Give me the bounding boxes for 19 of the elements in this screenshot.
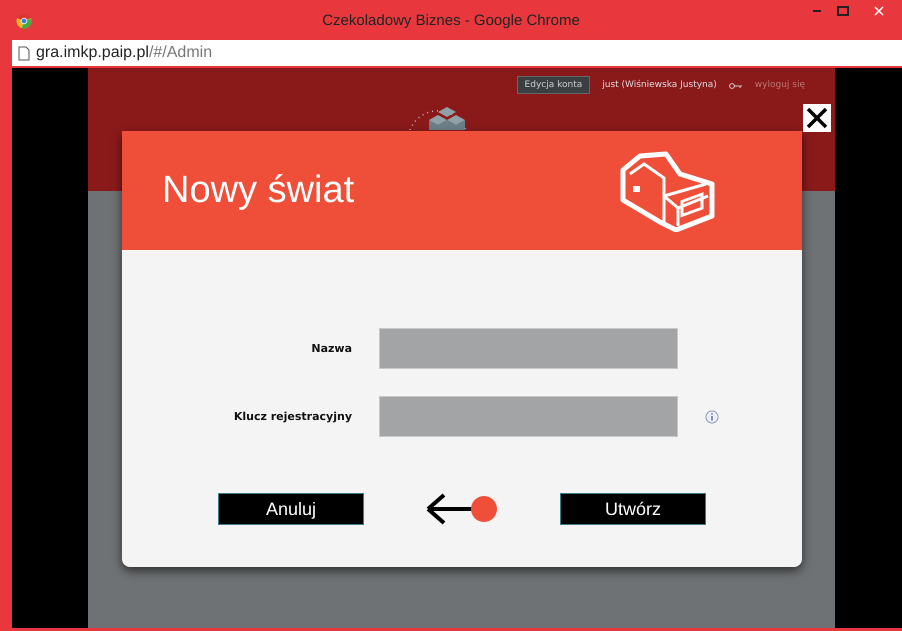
window-title: Czekoladowy Biznes - Google Chrome — [322, 12, 580, 28]
create-button[interactable]: Utwórz — [560, 493, 706, 525]
minimize-icon — [813, 10, 821, 12]
cancel-button[interactable]: Anuluj — [218, 493, 364, 525]
browser-logo-icon — [16, 13, 32, 29]
address-url[interactable]: gra.imkp.paip.pl/#/Admin — [36, 44, 212, 62]
edit-account-button[interactable]: Edycja konta — [516, 76, 590, 94]
field-label: Klucz rejestracyjny — [234, 410, 352, 423]
close-button[interactable] — [803, 104, 831, 132]
dialog-title: Nowy świat — [162, 169, 354, 212]
page-icon — [18, 46, 30, 60]
field-label: Nazwa — [311, 342, 352, 355]
key-icon — [728, 82, 743, 90]
maximize-icon — [837, 6, 849, 16]
info-icon[interactable] — [705, 410, 719, 424]
input-field[interactable] — [379, 396, 678, 437]
input-field[interactable] — [379, 328, 678, 369]
close-icon — [874, 6, 884, 16]
user-name: just (Wiśniewska Justyna) — [602, 78, 717, 90]
